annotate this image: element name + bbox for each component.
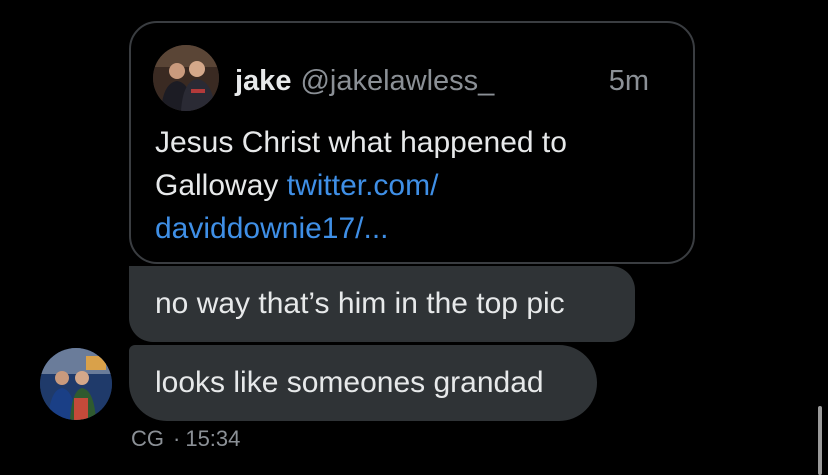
quoted-tweet-text-line-2: Galloway twitter.com/: [155, 164, 675, 207]
quoted-tweet-author-name[interactable]: jake: [235, 65, 291, 98]
sender-avatar[interactable]: [40, 348, 112, 420]
quoted-tweet-author-handle[interactable]: @jakelawless_: [300, 65, 494, 98]
profile-photo-icon: [40, 348, 112, 420]
message-bubble[interactable]: looks like someones grandad: [129, 345, 597, 421]
quoted-tweet-card[interactable]: jake @jakelawless_ 5m Jesus Christ what …: [129, 21, 695, 264]
quoted-tweet-link-part-1[interactable]: twitter.com/: [287, 169, 439, 202]
message-text: looks like someones grandad: [155, 366, 544, 399]
quoted-tweet-text-line-1: Jesus Christ what happened to: [155, 126, 567, 159]
quoted-tweet-timestamp: 5m: [608, 64, 649, 97]
quoted-tweet-avatar[interactable]: [153, 45, 219, 111]
message-timestamp: 15:34: [185, 426, 241, 451]
message-text: no way that’s him in the top pic: [155, 287, 565, 320]
message-meta: CG · 15:34: [131, 426, 240, 452]
meta-separator: ·: [173, 426, 181, 451]
sender-initials: CG: [131, 426, 164, 451]
profile-photo-icon: [153, 45, 219, 111]
scrollbar[interactable]: [818, 406, 822, 475]
message-bubble[interactable]: no way that’s him in the top pic: [129, 266, 635, 342]
quoted-tweet-link-part-2[interactable]: daviddownie17/...: [155, 207, 675, 250]
quoted-tweet-text: Jesus Christ what happened to Galloway t…: [155, 121, 675, 250]
quoted-tweet-text-prefix: Galloway: [155, 169, 279, 202]
quoted-tweet-header: jake @jakelawless_ 5m: [235, 61, 649, 101]
